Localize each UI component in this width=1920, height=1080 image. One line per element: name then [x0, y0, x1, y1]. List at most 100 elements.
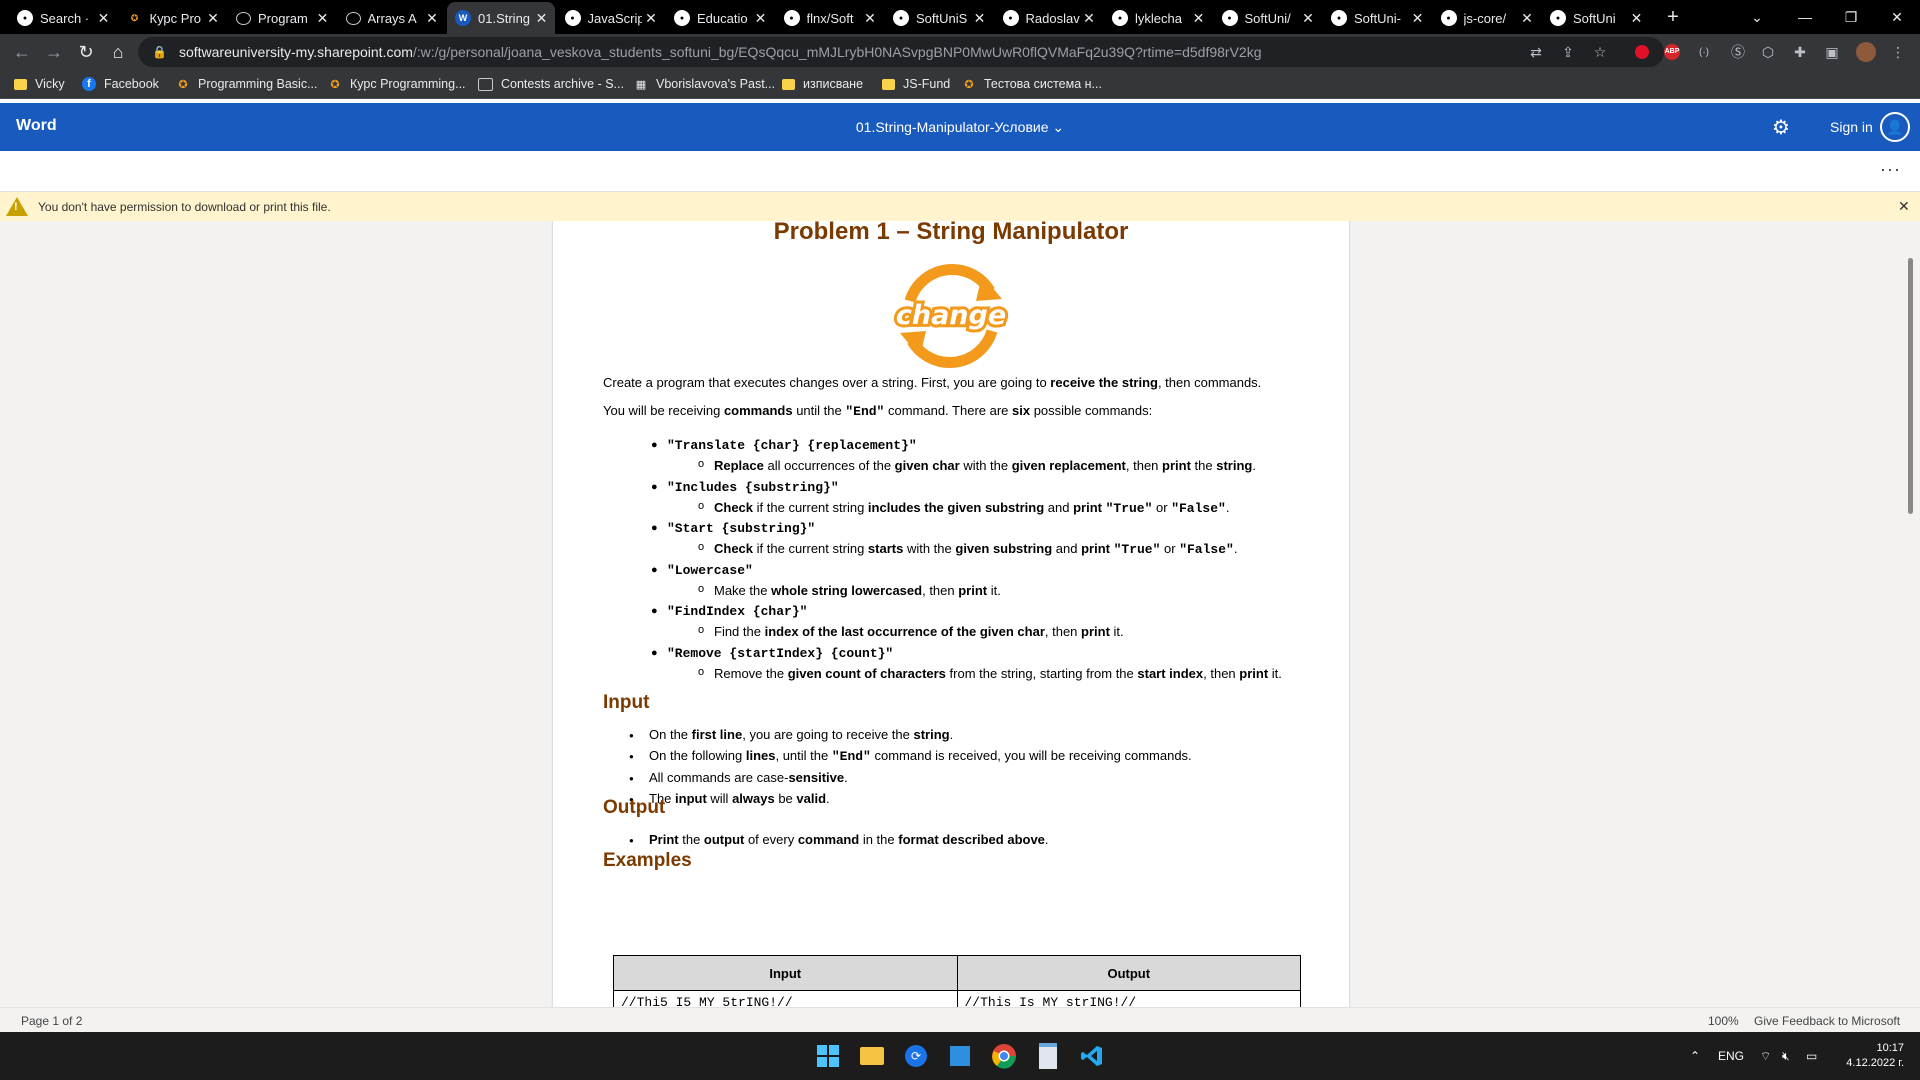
browser-tab[interactable]: ● lyklecha ✕	[1104, 4, 1212, 32]
zoom-level[interactable]: 100%	[1708, 1014, 1739, 1028]
word-icon: W	[455, 10, 471, 26]
bookmark-item[interactable]: f Facebook	[82, 75, 159, 93]
gear-icon[interactable]: ⚙	[1772, 115, 1790, 140]
file-explorer-icon[interactable]	[858, 1042, 886, 1070]
bookmark-item[interactable]: ✪ Programming Basic...	[176, 75, 317, 93]
browser-tab[interactable]: ● SoftUni- ✕	[1323, 4, 1431, 32]
tab-close-icon[interactable]: ✕	[1409, 10, 1427, 27]
page-count: Page 1 of 2	[21, 1014, 83, 1028]
chrome-icon[interactable]	[990, 1042, 1018, 1070]
sub-bullet-icon: o	[698, 500, 705, 512]
browser-tab[interactable]: Arrays A ✕	[338, 4, 446, 32]
close-window-icon[interactable]: ✕	[1874, 0, 1920, 34]
skype-icon[interactable]: Ⓢ	[1728, 42, 1748, 62]
profile-avatar[interactable]	[1856, 42, 1876, 62]
wifi-icon[interactable]: ⌔	[1760, 1049, 1771, 1064]
tab-close-icon[interactable]: ✕	[1299, 10, 1317, 27]
language-indicator[interactable]: ENG	[1718, 1049, 1744, 1063]
browser-tab[interactable]: ● SoftUni/ ✕	[1214, 4, 1322, 32]
person-icon[interactable]: 👤	[1880, 112, 1910, 142]
browser-tab[interactable]: W 01.String ✕	[447, 2, 555, 34]
document-title[interactable]: 01.String-Manipulator-Условие ⌄	[0, 119, 1920, 136]
tab-close-icon[interactable]: ✕	[752, 10, 770, 27]
bookmark-item[interactable]: Contests archive - S...	[478, 75, 624, 93]
windows-start-icon[interactable]	[814, 1042, 842, 1070]
browser-tab[interactable]: ● flnx/Soft ✕	[776, 4, 884, 32]
minimize-icon[interactable]: —	[1782, 0, 1828, 34]
side-panel-icon[interactable]: ▣	[1822, 42, 1842, 62]
browser-tab[interactable]: ● JavaScrip ✕	[557, 4, 665, 32]
feedback-link[interactable]: Give Feedback to Microsoft	[1754, 1014, 1900, 1028]
tab-search-icon[interactable]: ⌄	[1734, 0, 1780, 34]
sign-in-link[interactable]: Sign in	[1830, 119, 1873, 135]
text-run: Remove the	[714, 666, 788, 681]
tab-close-icon[interactable]: ✕	[533, 10, 551, 27]
github-icon: ●	[1112, 10, 1128, 26]
browser-tab[interactable]: Program ✕	[228, 4, 336, 32]
banner-text: You don't have permission to download or…	[38, 199, 331, 214]
bookmark-item[interactable]: ✪ Тестова система н...	[962, 75, 1102, 93]
bookmark-item[interactable]: ✪ Курс Programming...	[328, 75, 465, 93]
notepad-icon[interactable]	[1034, 1042, 1062, 1070]
text-run: or	[1160, 541, 1180, 556]
vscode-icon[interactable]	[1078, 1042, 1106, 1070]
new-tab-button[interactable]: +	[1650, 0, 1696, 34]
bullet-icon: ●	[629, 731, 634, 740]
chevron-up-icon[interactable]: ⌃	[1690, 1049, 1700, 1063]
browser-tab[interactable]: ● Radoslav ✕	[995, 4, 1103, 32]
tab-close-icon[interactable]: ✕	[1080, 10, 1098, 27]
cube-extension-icon[interactable]: ⬡	[1758, 42, 1778, 62]
bookmark-item[interactable]: изписване	[782, 75, 863, 93]
reload-icon[interactable]: ↻	[74, 40, 98, 64]
tab-close-icon[interactable]: ✕	[1518, 10, 1536, 27]
tab-label: SoftUni-	[1354, 10, 1401, 26]
system-clock[interactable]: 10:17 4.12.2022 г.	[1840, 1041, 1904, 1071]
tab-close-icon[interactable]: ✕	[423, 10, 441, 27]
bookmark-item[interactable]: ▦ Vborislavova's Past...	[634, 75, 775, 93]
browser-tab[interactable]: ● SoftUni ✕	[1542, 4, 1650, 32]
share-icon[interactable]: ⇪	[1558, 42, 1578, 62]
tab-close-icon[interactable]: ✕	[861, 10, 879, 27]
tab-close-icon[interactable]: ✕	[1190, 10, 1208, 27]
vertical-scrollbar[interactable]	[1908, 258, 1913, 514]
tab-close-icon[interactable]: ✕	[204, 10, 222, 27]
browser-tab[interactable]: ● SoftUniS ✕	[885, 4, 993, 32]
store-icon[interactable]: ⟳	[902, 1042, 930, 1070]
tab-close-icon[interactable]: ✕	[642, 10, 660, 27]
browser-tab[interactable]: ● Search · ✕	[9, 4, 117, 32]
back-icon[interactable]: ←	[10, 40, 34, 64]
command-name: "Remove {startIndex} {count}"	[667, 646, 894, 661]
translate-icon[interactable]: ⇄	[1526, 42, 1546, 62]
app-icon[interactable]	[946, 1042, 974, 1070]
browser-tab[interactable]: ● js-core/ ✕	[1433, 4, 1541, 32]
clock-date: 4.12.2022 г.	[1846, 1057, 1904, 1069]
extension-icon[interactable]: (·)	[1694, 42, 1714, 62]
text-run: the	[1190, 458, 1217, 473]
puzzle-extensions-icon[interactable]: ✚	[1790, 42, 1810, 62]
tab-close-icon[interactable]: ✕	[1628, 10, 1646, 27]
tab-close-icon[interactable]: ✕	[314, 10, 332, 27]
text-run: Make the	[714, 583, 772, 598]
opera-extension-icon[interactable]	[1632, 42, 1652, 62]
home-icon[interactable]: ⌂	[106, 40, 130, 64]
battery-icon[interactable]: ▭	[1806, 1049, 1817, 1063]
tab-close-icon[interactable]: ✕	[971, 10, 989, 27]
close-icon[interactable]: ✕	[1898, 198, 1910, 215]
adblock-icon[interactable]: ABP	[1662, 42, 1682, 62]
text-run: includes the given substring	[867, 500, 1045, 515]
github-icon: ●	[17, 10, 33, 26]
browser-tab[interactable]: ● Educatio ✕	[666, 4, 774, 32]
speaker-muted-icon[interactable]: 🔇︎	[1782, 1049, 1790, 1064]
browser-menu-icon[interactable]: ⋮	[1888, 42, 1908, 62]
tab-close-icon[interactable]: ✕	[95, 10, 113, 27]
bookmark-star-icon[interactable]: ☆	[1590, 42, 1610, 62]
more-options-icon[interactable]: ···	[1880, 159, 1901, 180]
document-canvas[interactable]: Problem 1 – String Manipulator change Cr…	[0, 221, 1920, 1007]
address-bar[interactable]: 🔒 softwareuniversity-my.sharepoint.com /…	[138, 37, 1664, 67]
bookmark-item[interactable]: JS-Fund	[882, 75, 950, 93]
restore-icon[interactable]: ❐	[1828, 0, 1874, 34]
forward-icon[interactable]: →	[42, 40, 66, 64]
bookmark-item[interactable]: Vicky	[14, 75, 65, 93]
browser-tab[interactable]: ✪ Курс Pro ✕	[119, 4, 227, 32]
command-name: "Translate {char} {replacement}"	[667, 438, 917, 453]
